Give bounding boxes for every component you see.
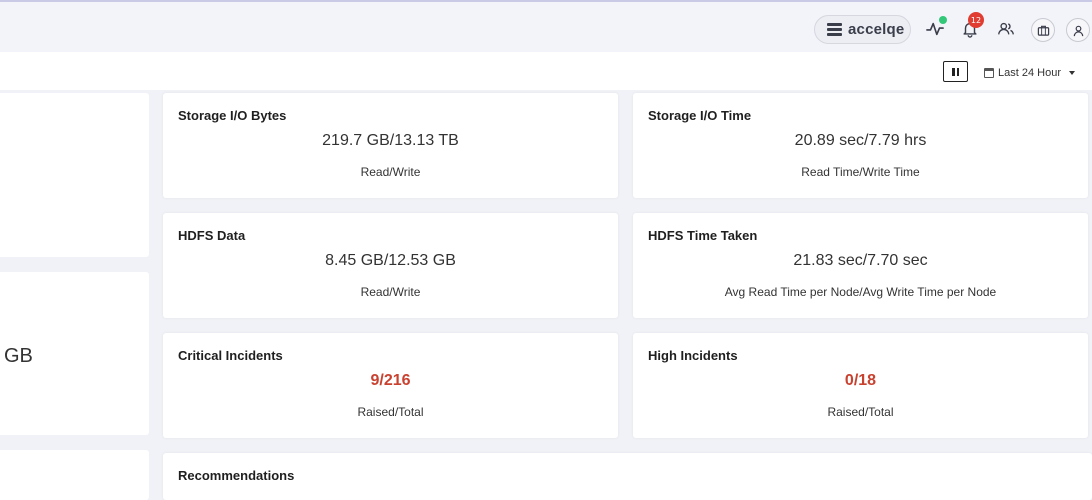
card-subtitle: Avg Read Time per Node/Avg Write Time pe… — [724, 285, 997, 299]
top-navbar: accelqe 12 — [0, 0, 1092, 52]
cluster-selector[interactable]: accelqe — [814, 15, 911, 44]
left-summary-card-3 — [0, 450, 149, 500]
card-value[interactable]: 9/216 — [163, 372, 618, 390]
card-title: Storage I/O Bytes — [178, 108, 287, 123]
card-value: 219.7 GB/13.13 TB — [322, 132, 459, 149]
card-title: Storage I/O Time — [648, 108, 752, 123]
time-range-label: Last 24 Hour — [998, 67, 1061, 79]
left-summary-card-2: GB — [0, 272, 149, 435]
card-title: HDFS Data — [178, 228, 246, 243]
activity-button[interactable] — [922, 16, 948, 42]
card-subtitle: Read Time/Write Time — [801, 165, 920, 179]
user-icon — [1073, 25, 1083, 36]
critical-incidents-card[interactable]: Critical Incidents 9/216 Raised/Total — [163, 333, 618, 438]
filter-bar — [0, 52, 1092, 90]
cluster-name: accelqe — [848, 21, 905, 38]
left-card-value: GB — [4, 345, 33, 367]
database-icon — [827, 23, 842, 36]
briefcase-icon — [1037, 25, 1049, 36]
storage-io-bytes-card: Storage I/O Bytes 219.7 GB/13.13 TB Read… — [163, 93, 618, 198]
users-button[interactable] — [993, 16, 1019, 42]
card-title: High Incidents — [648, 348, 738, 363]
storage-io-time-card: Storage I/O Time 20.89 sec/7.79 hrs Read… — [633, 93, 1088, 198]
high-incidents-card[interactable]: High Incidents 0/18 Raised/Total — [633, 333, 1088, 438]
card-title: Critical Incidents — [178, 348, 283, 363]
profile-button[interactable] — [1066, 18, 1090, 42]
card-value: 20.89 sec/7.79 hrs — [794, 132, 927, 149]
card-subtitle: Raised/Total — [827, 405, 894, 419]
card-title: Recommendations — [178, 468, 295, 483]
hdfs-time-taken-card: HDFS Time Taken 21.83 sec/7.70 sec Avg R… — [633, 213, 1088, 318]
card-value: 21.83 sec/7.70 sec — [793, 252, 928, 269]
card-subtitle: Raised/Total — [357, 405, 424, 419]
recommendations-card: Recommendations — [163, 453, 1092, 500]
calendar-icon — [984, 68, 994, 78]
card-title: HDFS Time Taken — [648, 228, 758, 243]
pause-icon-bar — [956, 67, 959, 76]
card-value: 8.45 GB/12.53 GB — [325, 252, 456, 269]
notification-count-badge: 12 — [968, 12, 984, 28]
pause-refresh-button[interactable] — [943, 61, 968, 82]
workspace-button[interactable] — [1031, 18, 1055, 42]
left-summary-card-1 — [0, 93, 149, 257]
time-range-dropdown[interactable]: Last 24 Hour — [984, 66, 1075, 80]
activity-status-dot — [939, 16, 947, 24]
card-subtitle: Read/Write — [360, 165, 421, 179]
caret-down-icon — [1068, 71, 1075, 75]
users-icon — [998, 22, 1014, 35]
card-subtitle: Read/Write — [360, 285, 421, 299]
notifications-button[interactable]: 12 — [957, 12, 984, 42]
hdfs-data-card: HDFS Data 8.45 GB/12.53 GB Read/Write — [163, 213, 618, 318]
card-value[interactable]: 0/18 — [633, 372, 1088, 390]
pause-icon-bar — [952, 67, 955, 76]
